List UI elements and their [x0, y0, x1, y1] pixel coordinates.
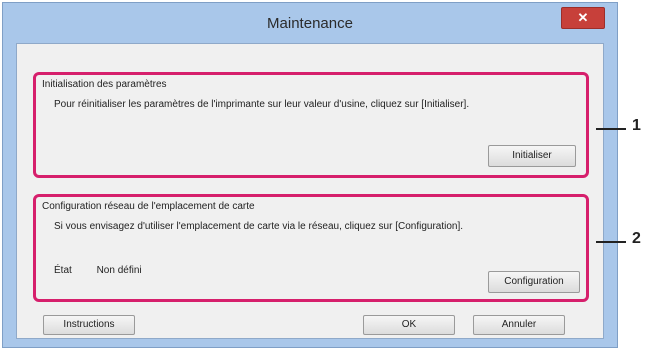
window-title: Maintenance [267, 15, 353, 32]
card-slot-network-title: Configuration réseau de l'emplacement de… [42, 201, 255, 212]
close-icon: ✕ [577, 10, 589, 25]
state-row: État Non défini [54, 265, 164, 276]
configuration-button[interactable]: Configuration [488, 271, 580, 293]
card-slot-network-group: Configuration réseau de l'emplacement de… [33, 194, 589, 302]
close-button[interactable]: ✕ [561, 7, 605, 29]
callout-line-1 [596, 128, 626, 130]
dialog-body: Initialisation des paramètres Pour réini… [16, 43, 604, 339]
reset-settings-title: Initialisation des paramètres [42, 79, 167, 90]
instructions-button[interactable]: Instructions [43, 315, 135, 335]
callout-number-1: 1 [632, 117, 641, 134]
card-slot-network-description: Si vous envisagez d'utiliser l'emplaceme… [54, 221, 464, 232]
callout-line-2 [596, 241, 626, 243]
callout-number-2: 2 [632, 230, 641, 247]
cancel-button[interactable]: Annuler [473, 315, 565, 335]
reset-settings-group: Initialisation des paramètres Pour réini… [33, 72, 589, 178]
maintenance-dialog: Maintenance ✕ Initialisation des paramèt… [2, 2, 618, 348]
initialize-button[interactable]: Initialiser [488, 145, 576, 167]
state-label: État [54, 265, 72, 276]
reset-settings-description: Pour réinitialiser les paramètres de l'i… [54, 99, 470, 110]
title-bar[interactable]: Maintenance ✕ [3, 3, 617, 41]
ok-button[interactable]: OK [363, 315, 455, 335]
state-value: Non défini [96, 265, 142, 276]
